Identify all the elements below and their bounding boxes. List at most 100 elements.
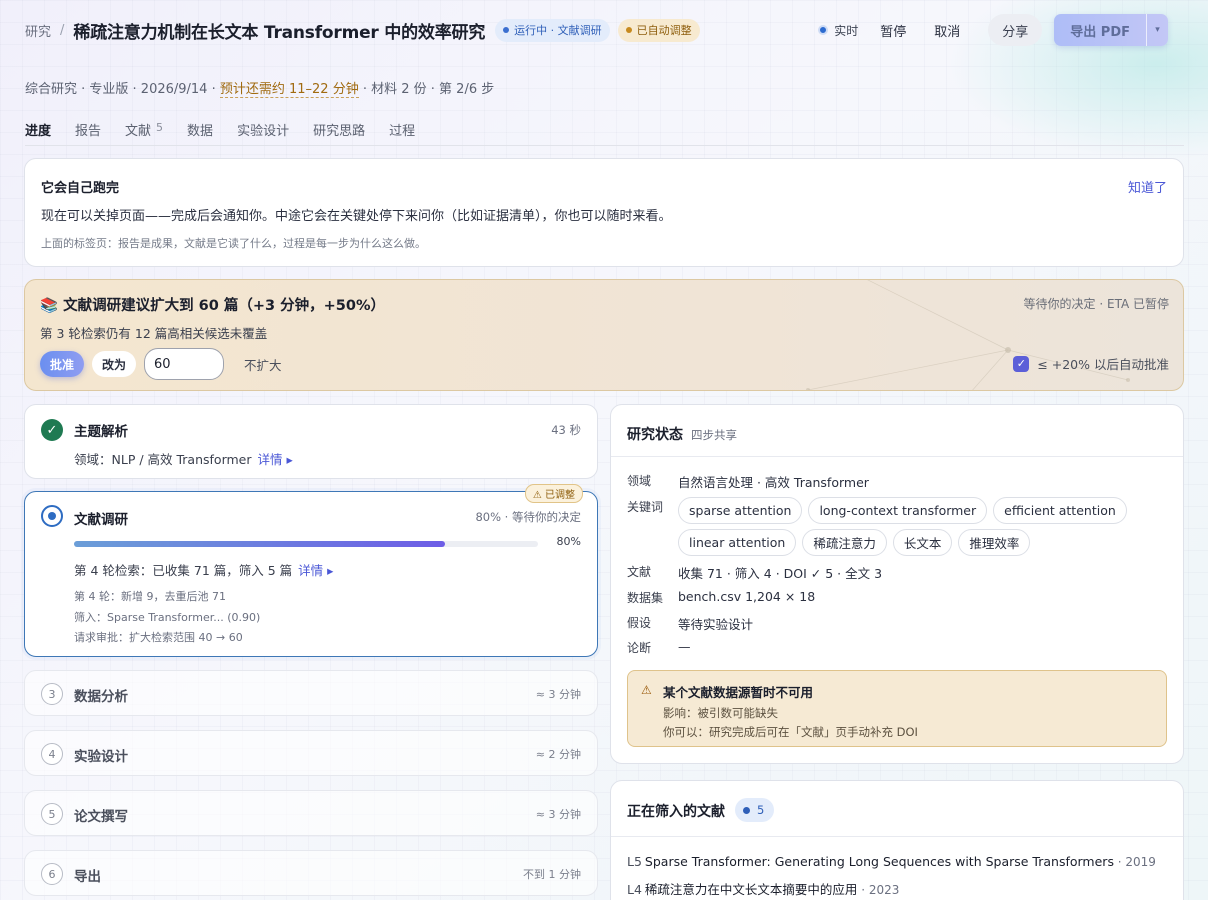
tab-experiment-design[interactable]: 实验设计 [237, 120, 289, 145]
export-options-chevron-icon[interactable]: ▾ [1146, 14, 1168, 46]
approval-title: 📚 文献调研建议扩大到 60 篇（+3 分钟，+50%） [40, 298, 386, 314]
meta-prefix: 综合研究 · 专业版 · 2026/9/14 · [25, 82, 220, 97]
row-key: 文献 [627, 565, 652, 579]
approval-actions: 批准 改为 不扩大 [40, 348, 282, 380]
step-card-data-analysis[interactable]: 3 数据分析 ≈ 3 分钟 [24, 670, 598, 716]
row-value: bench.csv 1,204 × 18 [678, 589, 816, 604]
step-log-line: 第 4 轮：新增 9，去重后池 71 [74, 590, 226, 603]
notice-title: 它会自己跑完 [41, 181, 120, 196]
row-value: 收集 71 · 筛入 4 · DOI ✓ 5 · 全文 3 [678, 566, 883, 581]
row-value: — [678, 639, 691, 654]
step-card-literature-review[interactable]: ⚠ 已调整 文献调研 80% · 等待你的决定 80% 第 4 轮检索：已收集 … [24, 484, 598, 657]
step-eta: ≈ 2 分钟 [535, 748, 581, 761]
paper-count-input[interactable] [144, 348, 225, 380]
export-pdf-split-button: 导出 PDF ▾ [1054, 14, 1168, 46]
auto-approve-checkbox[interactable]: ✓ [1013, 355, 1030, 372]
literature-title: 正在筛入的文献 [627, 804, 725, 820]
step-details-link[interactable]: 详情 ▸ [258, 452, 293, 467]
share-button[interactable]: 分享 [988, 14, 1043, 46]
approve-button[interactable]: 批准 [40, 351, 85, 377]
tab-research-approach[interactable]: 研究思路 [313, 120, 365, 145]
notice-dismiss-button[interactable]: 知道了 [1128, 177, 1167, 196]
tab-process[interactable]: 过程 [389, 120, 415, 145]
decline-expand-button[interactable]: 不扩大 [244, 355, 282, 374]
literature-item[interactable]: L4 稀疏注意力在中文长文本摘要中的应用 · 2023 [627, 879, 899, 898]
step-card-experiment-design[interactable]: 4 实验设计 ≈ 2 分钟 [24, 730, 598, 776]
approval-reason: 第 3 轮检索仍有 12 篇高相关候选未覆盖 [40, 326, 268, 341]
literature-item[interactable]: L5 Sparse Transformer: Generating Long Se… [627, 854, 1156, 869]
status-dot-icon [503, 27, 510, 33]
retrieval-summary: 第 4 轮检索：已收集 71 篇，筛入 5 篇 [74, 563, 293, 578]
step-number: 3 [41, 683, 63, 705]
page-header: 研究 / 稀疏注意力机制在长文本 Transformer 中的效率研究 运行中 … [25, 14, 1168, 46]
status-badge-running: 运行中 · 文献调研 [495, 18, 610, 42]
step-card-topic-analysis[interactable]: ✓ 主题解析 43 秒 领域：NLP / 高效 Transformer 详情 ▸ [24, 404, 598, 479]
step-card-paper-writing[interactable]: 5 论文撰写 ≈ 3 分钟 [24, 790, 598, 836]
step-status: 80% · 等待你的决定 [475, 510, 581, 524]
live-indicator[interactable]: 实时 [818, 22, 858, 39]
check-circle-icon: ✓ [41, 419, 63, 441]
status-header: 研究状态 四步共享 [611, 405, 1183, 457]
status-badge-label: 运行中 · 文献调研 [514, 24, 602, 37]
status-row-domain: 领域 自然语言处理 · 高效 Transformer [627, 472, 869, 491]
auto-approve-option[interactable]: ✓ ≤ +20% 以后自动批准 [1013, 354, 1169, 373]
literature-count: 5 [757, 803, 765, 817]
step-log-line: 请求审批：扩大检索范围 40 → 60 [74, 631, 243, 644]
evidence-level: L4 [627, 882, 642, 897]
step-number: 4 [41, 743, 63, 765]
step-title: 主题解析 [74, 424, 128, 440]
step-eta: 不到 1 分钟 [523, 868, 581, 881]
keyword-chip[interactable]: 长文本 [892, 529, 953, 556]
tab-label: 过程 [389, 124, 416, 139]
paper-title: 稀疏注意力在中文长文本摘要中的应用 [644, 882, 858, 897]
research-page: 研究 / 稀疏注意力机制在长文本 Transformer 中的效率研究 运行中 … [0, 0, 1208, 900]
tab-label: 研究思路 [313, 124, 366, 139]
tab-progress[interactable]: 进度 [25, 120, 51, 145]
export-pdf-button[interactable]: 导出 PDF [1054, 14, 1146, 46]
progress-bar [74, 541, 538, 547]
step-title: 实验设计 [74, 749, 128, 765]
status-row-thesis: 论断 — [627, 639, 691, 656]
screening-literature-card: 正在筛入的文献 5 L5 Sparse Transformer: Generati… [610, 780, 1184, 900]
cancel-button[interactable]: 取消 [934, 21, 960, 40]
tab-literature[interactable]: 文献 5 [125, 120, 163, 145]
keyword-chip[interactable]: linear attention [678, 529, 797, 556]
literature-header: 正在筛入的文献 5 [611, 781, 1183, 837]
breadcrumb-research[interactable]: 研究 [25, 21, 51, 40]
step-number: 5 [41, 803, 63, 825]
pause-button[interactable]: 暂停 [880, 21, 906, 40]
research-status-card: 研究状态 四步共享 领域 自然语言处理 · 高效 Transformer 关键词 s… [610, 404, 1184, 764]
step-domain: 领域：NLP / 高效 Transformer [74, 452, 252, 467]
adjusted-badge-label: 已自动调整 [636, 24, 692, 37]
step-details-link[interactable]: 详情 ▸ [298, 563, 333, 578]
adjusted-badge: ⚠ 已调整 [524, 484, 583, 503]
paper-year: · 2023 [857, 883, 900, 897]
keyword-list: sparse attention long-context transforme… [678, 497, 1148, 561]
tab-data[interactable]: 数据 [187, 120, 213, 145]
row-key: 假设 [627, 616, 652, 630]
keyword-chip[interactable]: 推理效率 [958, 529, 1031, 556]
keyword-chip[interactable]: efficient attention [993, 497, 1127, 524]
step-title: 导出 [74, 869, 101, 885]
step-description: 第 4 轮检索：已收集 71 篇，筛入 5 篇详情 ▸ [74, 560, 333, 579]
step-card-export[interactable]: 6 导出 不到 1 分钟 [24, 850, 598, 896]
keyword-chip[interactable]: sparse attention [678, 497, 803, 524]
keyword-chip[interactable]: 稀疏注意力 [802, 529, 887, 556]
status-row-keywords: 关键词 [627, 498, 678, 515]
keyword-chip[interactable]: long-context transformer [808, 497, 988, 524]
step-eta: ≈ 3 分钟 [535, 808, 581, 821]
row-value: 自然语言处理 · 高效 Transformer [678, 475, 869, 490]
tab-label: 数据 [187, 124, 214, 139]
approval-request-card: 📚 文献调研建议扩大到 60 篇（+3 分钟，+50%） 第 3 轮检索仍有 1… [24, 279, 1184, 391]
count-dot-icon [743, 806, 750, 814]
paper-year: · 2019 [1113, 855, 1156, 869]
change-to-button[interactable]: 改为 [92, 351, 137, 377]
eta-estimate[interactable]: 预计还需约 11–22 分钟 [219, 82, 359, 98]
status-row-literature: 文献 收集 71 · 筛入 4 · DOI ✓ 5 · 全文 3 [627, 563, 882, 582]
step-number: 6 [41, 863, 63, 885]
running-step-icon [41, 505, 63, 527]
breadcrumb-separator: / [60, 22, 65, 38]
step-title: 文献调研 [74, 512, 128, 528]
tab-report[interactable]: 报告 [75, 120, 101, 145]
status-row-dataset: 数据集 bench.csv 1,204 × 18 [627, 589, 815, 606]
